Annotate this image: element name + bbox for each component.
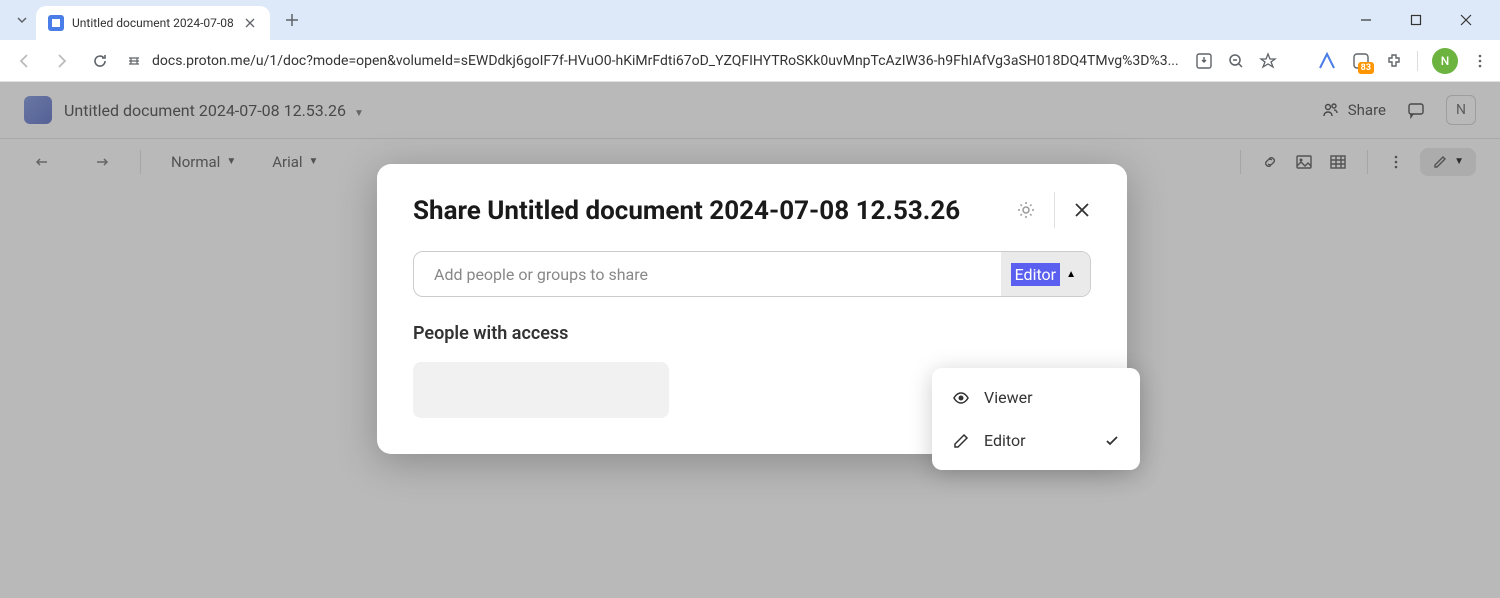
style-selector[interactable]: Normal ▼ xyxy=(161,147,246,177)
caret-up-icon: ▲ xyxy=(1066,269,1076,280)
tab-search-dropdown[interactable] xyxy=(8,6,36,34)
reload-button[interactable] xyxy=(88,49,112,73)
comments-icon[interactable] xyxy=(1406,100,1426,120)
share-button[interactable]: Share xyxy=(1322,101,1386,119)
document-icon xyxy=(24,96,52,124)
user-avatar[interactable]: N xyxy=(1446,95,1476,125)
people-with-access-heading: People with access xyxy=(413,323,1091,344)
pencil-icon xyxy=(1432,154,1448,170)
new-tab-button[interactable] xyxy=(278,6,306,34)
install-app-icon[interactable] xyxy=(1195,52,1213,70)
window-controls xyxy=(1352,6,1492,34)
document-title[interactable]: Untitled document 2024-07-08 12.53.26 ▼ xyxy=(64,101,364,120)
zoom-icon[interactable] xyxy=(1227,52,1245,70)
tab-close-button[interactable] xyxy=(242,15,258,31)
pencil-icon xyxy=(952,432,970,450)
maximize-button[interactable] xyxy=(1402,6,1430,34)
people-icon xyxy=(1322,101,1340,119)
eye-icon xyxy=(952,389,970,407)
edit-mode-button[interactable]: ▼ xyxy=(1420,148,1476,176)
check-icon xyxy=(1104,433,1120,449)
close-icon xyxy=(1073,201,1091,219)
bookmark-icon[interactable] xyxy=(1259,52,1277,70)
back-button[interactable] xyxy=(12,49,36,73)
role-dropdown: Viewer Editor xyxy=(932,368,1140,470)
address-bar[interactable]: docs.proton.me/u/1/doc?mode=open&volumeI… xyxy=(126,53,1181,69)
site-settings-icon[interactable] xyxy=(126,53,142,69)
url-text: docs.proton.me/u/1/doc?mode=open&volumeI… xyxy=(152,53,1181,69)
dropdown-item-label: Editor xyxy=(984,431,1025,450)
chevron-down-icon: ▼ xyxy=(354,108,364,119)
undo-button[interactable] xyxy=(24,146,64,178)
profile-avatar[interactable]: N xyxy=(1432,48,1458,74)
gear-icon xyxy=(1016,200,1036,220)
close-modal-button[interactable] xyxy=(1055,193,1091,227)
app-header: Untitled document 2024-07-08 12.53.26 ▼ … xyxy=(0,82,1500,138)
dropdown-item-label: Viewer xyxy=(984,388,1033,407)
link-button[interactable] xyxy=(1261,153,1279,171)
browser-menu-icon[interactable] xyxy=(1472,53,1488,69)
image-button[interactable] xyxy=(1295,153,1313,171)
more-options-button[interactable] xyxy=(1388,154,1404,170)
browser-tab-bar: Untitled document 2024-07-08 xyxy=(0,0,1500,40)
modal-title: Share Untitled document 2024-07-08 12.53… xyxy=(413,192,998,231)
tab-title: Untitled document 2024-07-08 xyxy=(72,16,234,30)
minimize-button[interactable] xyxy=(1352,6,1380,34)
tab-favicon-icon xyxy=(48,15,64,31)
extension-icon-2[interactable]: 83 xyxy=(1351,51,1371,71)
table-button[interactable] xyxy=(1329,153,1347,171)
forward-button[interactable] xyxy=(50,49,74,73)
font-selector[interactable]: Arial ▼ xyxy=(262,147,328,177)
browser-toolbar: docs.proton.me/u/1/doc?mode=open&volumeI… xyxy=(0,40,1500,82)
share-input-row: Editor ▲ xyxy=(413,251,1091,297)
extensions-icon[interactable] xyxy=(1385,52,1403,70)
close-window-button[interactable] xyxy=(1452,6,1480,34)
settings-button[interactable] xyxy=(998,192,1055,228)
extension-icon-1[interactable] xyxy=(1317,51,1337,71)
browser-tab[interactable]: Untitled document 2024-07-08 xyxy=(36,6,270,40)
redo-button[interactable] xyxy=(80,146,120,178)
dropdown-item-editor[interactable]: Editor xyxy=(932,419,1140,462)
extension-badge-count: 83 xyxy=(1358,62,1374,74)
dropdown-item-viewer[interactable]: Viewer xyxy=(932,376,1140,419)
share-people-input[interactable] xyxy=(414,265,1001,284)
chevron-down-icon: ▼ xyxy=(1454,156,1464,167)
person-info-placeholder xyxy=(413,362,669,418)
role-selector[interactable]: Editor ▲ xyxy=(1001,252,1090,296)
role-selected-label: Editor xyxy=(1011,263,1060,286)
